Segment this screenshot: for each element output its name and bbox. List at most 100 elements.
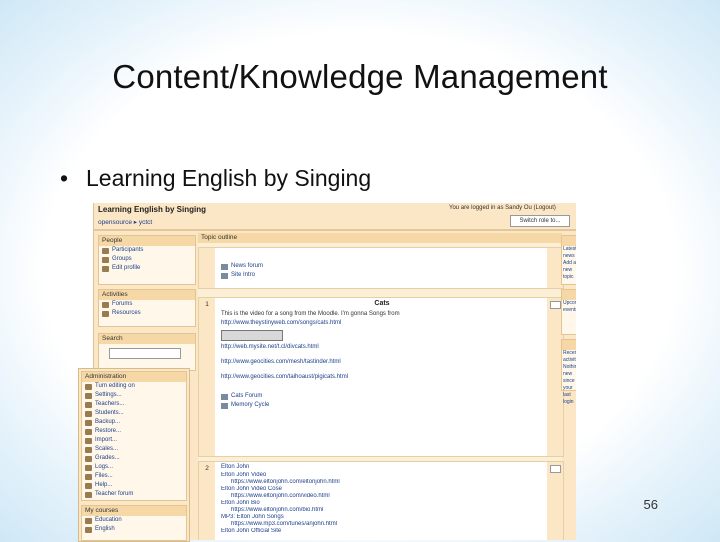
search-block-title: Search bbox=[99, 334, 195, 344]
bullet-text: Learning English by Singing bbox=[86, 165, 372, 191]
topic-item[interactable]: https://www.eltonjohn.com/eltonjohn.html bbox=[221, 479, 543, 486]
upcoming-events-text: Upcoming events bbox=[563, 300, 576, 313]
topic-0: News forum Site Intro bbox=[198, 247, 564, 289]
topic-outline-header: Topic outline bbox=[198, 233, 562, 243]
help-icon bbox=[85, 483, 92, 489]
topic-item[interactable]: Elton John bbox=[221, 463, 543, 472]
admin-item[interactable]: Scales... bbox=[82, 445, 186, 454]
profile-icon bbox=[102, 266, 109, 272]
my-courses-block: My courses Education English bbox=[81, 505, 187, 541]
topic-desc-link[interactable]: http://www.theystinyweb.com/songs/cats.h… bbox=[221, 319, 543, 328]
files-icon bbox=[85, 474, 92, 480]
breadcrumb[interactable]: opensource ▸ yctct bbox=[98, 218, 152, 226]
latest-news-block: Latest news Add a new topic bbox=[561, 235, 576, 285]
activities-block-title: Activities bbox=[99, 290, 195, 300]
resource-icon bbox=[102, 311, 109, 317]
forum-icon bbox=[221, 264, 228, 270]
topic-item[interactable]: https://www.eltonjohn.com/bio.html bbox=[221, 507, 543, 514]
admin-item[interactable]: Help... bbox=[82, 481, 186, 490]
logs-icon bbox=[85, 465, 92, 471]
course-link[interactable]: English bbox=[82, 525, 186, 534]
page-icon bbox=[221, 273, 228, 279]
switch-role-button[interactable]: Switch role to... bbox=[510, 215, 570, 227]
scales-icon bbox=[85, 447, 92, 453]
users-icon bbox=[102, 248, 109, 254]
topic-number: 1 bbox=[199, 298, 215, 456]
import-icon bbox=[85, 438, 92, 444]
admin-item[interactable]: Teacher forum bbox=[82, 490, 186, 499]
site-intro-link[interactable]: Site Intro bbox=[221, 271, 543, 280]
topic-link[interactable]: http://www.geocities.com/mesh/tastinder.… bbox=[221, 358, 543, 367]
administration-block: Administration Turn editing on Settings.… bbox=[81, 371, 187, 501]
bullet-dot: • bbox=[60, 165, 69, 191]
administration-title: Administration bbox=[82, 372, 186, 382]
course-icon bbox=[85, 518, 92, 524]
edit-icon bbox=[85, 384, 92, 390]
admin-item[interactable]: Turn editing on bbox=[82, 382, 186, 391]
student-icon bbox=[85, 411, 92, 417]
edit-profile-link[interactable]: Edit profile bbox=[99, 264, 195, 273]
groups-link[interactable]: Groups bbox=[99, 255, 195, 264]
right-column: Latest news Add a new topic Upcoming eve… bbox=[561, 233, 576, 540]
cats-forum-link[interactable]: Cats Forum bbox=[221, 392, 543, 401]
topic-outline: Topic outline News forum Site Intro 1 Ca… bbox=[198, 233, 564, 540]
forum-icon bbox=[102, 302, 109, 308]
media-player[interactable] bbox=[221, 330, 283, 341]
search-block: Search bbox=[98, 333, 196, 371]
topic-title: Cats bbox=[374, 300, 390, 307]
forums-link[interactable]: Forums bbox=[99, 300, 195, 309]
forum-icon bbox=[85, 492, 92, 498]
topic-item[interactable]: Elton John Bio bbox=[221, 500, 543, 507]
recent-activity-text: Recent activity bbox=[563, 350, 576, 363]
grades-icon bbox=[85, 456, 92, 462]
participants-link[interactable]: Participants bbox=[99, 246, 195, 255]
login-info[interactable]: You are logged in as Sandy Ou (Logout) bbox=[449, 205, 556, 211]
course-link[interactable]: Education bbox=[82, 516, 186, 525]
admin-item[interactable]: Students... bbox=[82, 409, 186, 418]
people-block: People Participants Groups Edit profile bbox=[98, 235, 196, 285]
topic-item[interactable]: Elton John Video Cose bbox=[221, 486, 543, 493]
admin-item[interactable]: Logs... bbox=[82, 463, 186, 472]
resources-link[interactable]: Resources bbox=[99, 309, 195, 318]
settings-icon bbox=[85, 393, 92, 399]
backup-icon bbox=[85, 420, 92, 426]
admin-item[interactable]: Files... bbox=[82, 472, 186, 481]
latest-news-text: Latest news bbox=[563, 246, 576, 259]
teacher-icon bbox=[85, 402, 92, 408]
admin-item[interactable]: Settings... bbox=[82, 391, 186, 400]
course-title: Learning English by Singing bbox=[98, 205, 207, 214]
topic-desc-line: This is the video for a song from the Mo… bbox=[221, 311, 400, 317]
divider bbox=[94, 229, 576, 231]
topic-2: 2 Elton John Elton John Video https://ww… bbox=[198, 461, 564, 540]
highlight-toggle-icon[interactable] bbox=[549, 301, 561, 309]
admin-item[interactable]: Teachers... bbox=[82, 400, 186, 409]
topic-link[interactable]: http://web.mysite.net/t.cl/divcats.html bbox=[221, 343, 543, 352]
upcoming-events-block: Upcoming events bbox=[561, 289, 576, 335]
news-forum-link[interactable]: News forum bbox=[221, 262, 543, 271]
admin-item[interactable]: Grades... bbox=[82, 454, 186, 463]
topic-item[interactable]: https://www.eltonjohn.com/video.html bbox=[221, 493, 543, 500]
people-block-title: People bbox=[99, 236, 195, 246]
topic-item[interactable]: Elton John Video bbox=[221, 472, 543, 479]
nothing-new-text: Nothing new since your last login bbox=[563, 364, 576, 405]
topic-link[interactable]: http://www.geocities.com/taihoaust/pigic… bbox=[221, 373, 543, 382]
add-topic-link[interactable]: Add a new topic bbox=[562, 260, 576, 281]
admin-item[interactable]: Backup... bbox=[82, 418, 186, 427]
topic-item[interactable]: https://www.mp3.com/tunes/anjohn.html bbox=[221, 521, 543, 528]
recent-activity-block: Recent activity Nothing new since your l… bbox=[561, 339, 576, 405]
topic-item[interactable]: Elton John Official Site bbox=[221, 528, 543, 535]
highlight-toggle-icon[interactable] bbox=[549, 465, 561, 473]
slide-title: Content/Knowledge Management bbox=[112, 58, 608, 95]
slide-number: 56 bbox=[643, 497, 658, 512]
forum-icon bbox=[221, 394, 228, 400]
admin-item[interactable]: Restore... bbox=[82, 427, 186, 436]
topic-item[interactable]: MP3: Elton John Songs bbox=[221, 514, 543, 521]
memory-cycle-link[interactable]: Memory Cycle bbox=[221, 401, 543, 410]
my-courses-title: My courses bbox=[82, 506, 186, 516]
search-input[interactable] bbox=[109, 348, 181, 359]
bullet-point: • Learning English by Singing bbox=[60, 165, 371, 192]
admin-item[interactable]: Import... bbox=[82, 436, 186, 445]
restore-icon bbox=[85, 429, 92, 435]
groups-icon bbox=[102, 257, 109, 263]
activities-block: Activities Forums Resources bbox=[98, 289, 196, 327]
